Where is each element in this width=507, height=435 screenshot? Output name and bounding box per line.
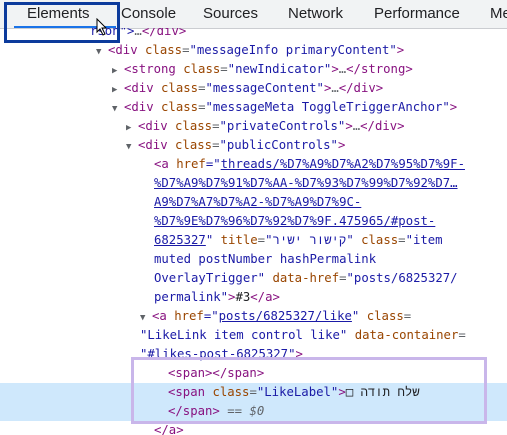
dom-attr-value: "newIndicator"	[227, 62, 332, 76]
tab-network[interactable]: Network	[288, 5, 343, 22]
dom-node-row[interactable]: permalink">#3</a>	[0, 288, 507, 307]
dom-tag: <a	[152, 309, 167, 323]
dom-attr-name: class	[366, 309, 404, 323]
dom-node-row[interactable]: "LikeLink item control like" data-contai…	[0, 326, 507, 345]
dom-attr-name: href	[174, 309, 204, 323]
dom-attr-value: OverlayTrigger"	[154, 271, 266, 285]
dom-node-row[interactable]: ▼ <div class="messageMeta ToggleTriggerAn…	[0, 98, 507, 117]
dom-attr-value: "item	[405, 233, 443, 247]
dom-attr-name: class	[161, 100, 199, 114]
dom-ellipsis[interactable]: …	[331, 81, 338, 95]
dom-attr-name: data-container	[354, 328, 459, 342]
dom-node-row[interactable]: 6825327" title="קישור ישיר" class="item	[0, 231, 507, 250]
dom-node-row[interactable]: <a href="threads/%D7%A9%D7%A2%D7%95%D7%9…	[0, 155, 507, 174]
dom-attr-value: "messageContent"	[205, 81, 324, 95]
href-link[interactable]: %D7%9E%D7%96%D7%92%D7%9F.475965/#post-	[154, 214, 435, 228]
dom-node-row[interactable]: ▶ <strong class="newIndicator">…</strong>	[0, 60, 507, 79]
dom-text: #3	[235, 290, 251, 304]
dom-node-row[interactable]: OverlayTrigger" data-href="posts/6825327…	[0, 269, 507, 288]
dom-tag: >	[331, 62, 339, 76]
tab-console[interactable]: Console	[121, 5, 176, 22]
dom-attr-name: class	[361, 233, 399, 247]
dom-tag: </div>	[360, 119, 405, 133]
href-link[interactable]: A9%D7%A7%D7%A2-%D7%A9%D7%9C-	[154, 195, 361, 209]
dom-ellipsis[interactable]: …	[134, 28, 141, 38]
dom-tag: <div	[124, 100, 154, 114]
href-link[interactable]: threads/%D7%A9%D7%A2%D7%95%D7%9F-	[221, 157, 465, 171]
dom-tag: >	[449, 100, 458, 114]
dom-attr-quote: "	[205, 233, 214, 247]
dom-tag: <div	[138, 138, 168, 152]
dom-attr-value: permalink"	[154, 290, 229, 304]
dom-node-row[interactable]: ▼ <div class="publicControls">	[0, 136, 507, 155]
dom-attr-value: "posts/6825327/	[346, 271, 458, 285]
dom-node-row[interactable]: %D7%9E%D7%96%D7%92%D7%9F.475965/#post-	[0, 212, 507, 231]
dom-attr-name: class	[183, 62, 221, 76]
href-link[interactable]: 6825327	[154, 233, 206, 247]
dom-tag: </a>	[154, 423, 184, 435]
href-link[interactable]: %D7%A9%D7%91%D7%AA-%D7%93%D7%99%D7%92%D7…	[154, 176, 458, 190]
dom-attr-value: "privateControls"	[219, 119, 346, 133]
dom-node-row[interactable]: A9%D7%A7%D7%A2-%D7%A9%D7%9C-	[0, 193, 507, 212]
tab-more[interactable]: Me	[490, 5, 507, 22]
dom-tag: </a>	[250, 290, 280, 304]
dom-tag: <div	[108, 43, 138, 57]
dom-attr-quote: ="	[203, 309, 219, 323]
dom-tag: >	[337, 138, 346, 152]
dom-node-row[interactable]: ▶ <div class="privateControls">…</div>	[0, 117, 507, 136]
dom-tag: </div>	[141, 28, 187, 38]
dom-attr-value: "קישור ישיר"	[265, 233, 354, 247]
dom-node-row[interactable]: %D7%A9%D7%91%D7%AA-%D7%93%D7%99%D7%92%D7…	[0, 174, 507, 193]
dom-node-row[interactable]: ▶ <div class="messageContent">…</div>	[0, 79, 507, 98]
dom-attr-quote: "	[351, 309, 360, 323]
dom-attr-value: "LikeLink item control like"	[140, 328, 348, 342]
dom-node-row[interactable]: muted postNumber hashPermalink	[0, 250, 507, 269]
href-link[interactable]: posts/6825327/like	[219, 309, 352, 323]
dom-attr-name: class	[161, 81, 199, 95]
dom-attr-value: "messageInfo primaryContent"	[189, 43, 397, 57]
mouse-cursor-icon	[96, 18, 108, 36]
dom-node-row[interactable]: ▼ <div class="messageInfo primaryContent"…	[0, 41, 507, 60]
dom-tag: <strong	[124, 62, 176, 76]
dom-tag: >	[345, 119, 353, 133]
dom-tag: <div	[124, 81, 154, 95]
dom-tag: >	[396, 43, 405, 57]
tab-performance[interactable]: Performance	[374, 5, 460, 22]
highlight-annotation-box	[131, 357, 487, 424]
dom-attr-name: class	[175, 119, 213, 133]
dom-attr-name: title	[220, 233, 258, 247]
dom-attr-name: data-href	[272, 271, 340, 285]
dom-tag: </strong>	[346, 62, 413, 76]
dom-tag: <div	[138, 119, 168, 133]
dom-tag: </div>	[338, 81, 384, 95]
dom-attr-name: class	[175, 138, 213, 152]
dom-attr-quote: ="	[205, 157, 221, 171]
dom-attr-value: "publicControls"	[219, 138, 338, 152]
dom-attr-value: "messageMeta ToggleTriggerAnchor"	[205, 100, 450, 114]
dom-node-row[interactable]: ▼ <a href="posts/6825327/like" class=	[0, 307, 507, 326]
dom-attr-value: muted postNumber hashPermalink	[154, 252, 377, 266]
dom-attr-name: href	[176, 157, 206, 171]
dom-attr-name: class	[145, 43, 183, 57]
tab-sources[interactable]: Sources	[203, 5, 258, 22]
dom-tag: <a	[154, 157, 169, 171]
